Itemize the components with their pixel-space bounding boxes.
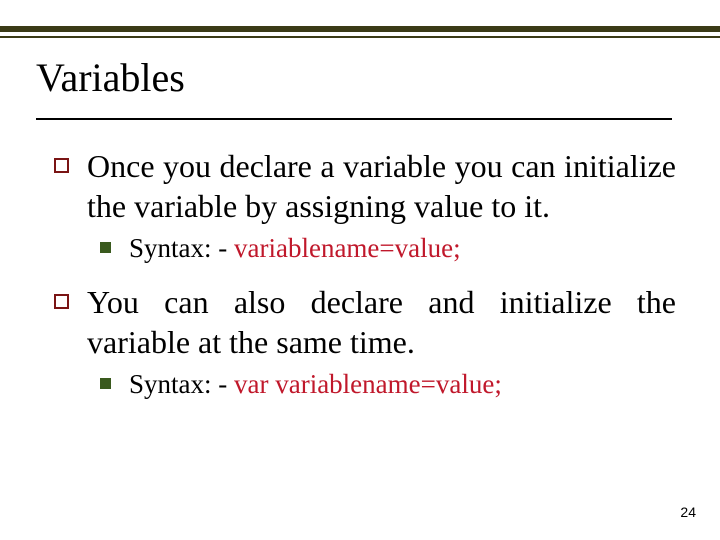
sub-bullet-text: Syntax: - variablename=value; xyxy=(129,232,461,266)
syntax-code: var variablename=value; xyxy=(234,369,502,399)
syntax-prefix: Syntax: - xyxy=(129,369,234,399)
slide: Variables Once you declare a variable yo… xyxy=(0,0,720,540)
filled-square-icon xyxy=(100,378,111,389)
bullet-level1: You can also declare and initialize the … xyxy=(54,282,676,362)
bullet-text: Once you declare a variable you can init… xyxy=(87,146,676,226)
syntax-code: variablename=value; xyxy=(234,233,461,263)
title-underline xyxy=(36,118,672,120)
syntax-prefix: Syntax: - xyxy=(129,233,234,263)
bullet-level1: Once you declare a variable you can init… xyxy=(54,146,676,226)
bullet-level2: Syntax: - variablename=value; xyxy=(100,232,676,266)
sub-bullet-text: Syntax: - var variablename=value; xyxy=(129,368,502,402)
page-number: 24 xyxy=(680,504,696,520)
hollow-square-icon xyxy=(54,294,69,309)
top-rule xyxy=(0,26,720,38)
hollow-square-icon xyxy=(54,158,69,173)
filled-square-icon xyxy=(100,242,111,253)
slide-title: Variables xyxy=(36,54,185,101)
bullet-text: You can also declare and initialize the … xyxy=(87,282,676,362)
slide-body: Once you declare a variable you can init… xyxy=(54,146,676,418)
bullet-level2: Syntax: - var variablename=value; xyxy=(100,368,676,402)
